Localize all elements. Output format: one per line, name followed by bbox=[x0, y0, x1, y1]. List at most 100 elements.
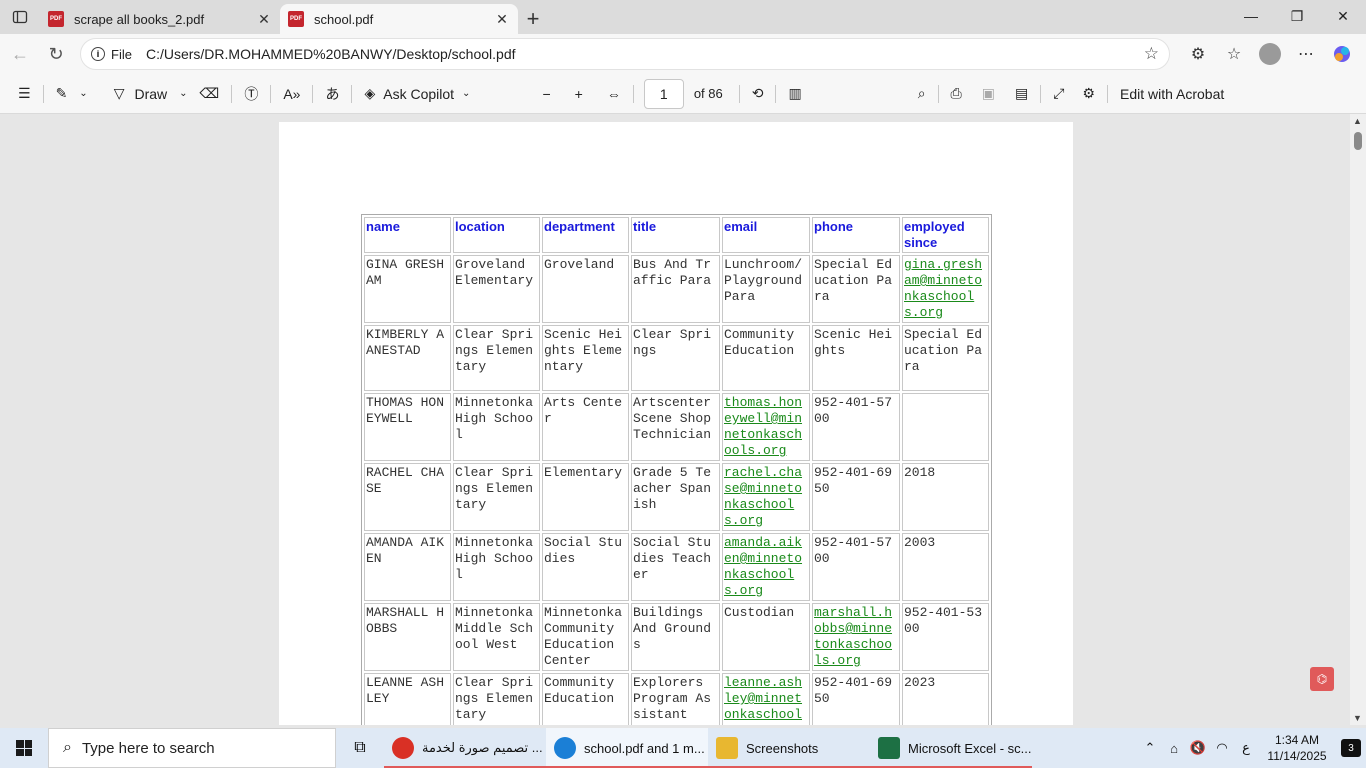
language-indicator[interactable]: ع bbox=[1234, 728, 1258, 768]
copilot-icon[interactable] bbox=[1324, 38, 1360, 70]
favorites-icon[interactable]: ☆ bbox=[1216, 38, 1252, 70]
divider bbox=[42, 84, 44, 103]
network-icon[interactable]: ⌂ bbox=[1162, 728, 1186, 768]
close-window-button[interactable]: ✕ bbox=[1320, 0, 1366, 32]
close-tab-icon[interactable]: ✕ bbox=[494, 11, 510, 27]
draw-dropdown-chevron-icon[interactable]: ⌄ bbox=[173, 78, 193, 110]
save-as-icon[interactable]: ▤ bbox=[1009, 78, 1034, 110]
taskbar-app[interactable]: تصميم صورة لخدمة ... bbox=[384, 728, 546, 768]
taskbar-app[interactable]: Screenshots bbox=[708, 728, 870, 768]
cell-email[interactable]: amanda.aiken@minnetonkaschools.org bbox=[722, 533, 810, 601]
minimize-button[interactable]: — bbox=[1228, 0, 1274, 32]
cell-phone: 952-401-6950 bbox=[812, 673, 900, 725]
fit-to-page-icon[interactable]: ⇔ bbox=[601, 78, 627, 110]
taskbar-search-input[interactable]: ⌕ Type here to search bbox=[48, 728, 336, 768]
show-hidden-icons-chevron-icon[interactable]: ⌃ bbox=[1138, 728, 1162, 768]
site-info-icon[interactable]: i bbox=[91, 47, 105, 61]
clock-date: 11/14/2025 bbox=[1267, 749, 1327, 763]
add-text-icon[interactable]: Ⓣ bbox=[238, 78, 264, 110]
profile-avatar[interactable] bbox=[1252, 38, 1288, 70]
cell-email[interactable]: rachel.chase@minnetonkaschools.org bbox=[722, 463, 810, 531]
start-button[interactable] bbox=[0, 728, 48, 768]
divider bbox=[775, 84, 777, 103]
fullscreen-icon[interactable]: ⤢ bbox=[1047, 78, 1070, 110]
draw-button[interactable]: ▽ Draw bbox=[108, 78, 173, 110]
page-number-input[interactable]: 1 bbox=[643, 78, 684, 109]
vertical-scrollbar[interactable]: ▲ ▼ bbox=[1350, 114, 1366, 725]
cell-email[interactable]: leanne.ashley@minnetonkaschools.org bbox=[722, 673, 810, 725]
highlight-dropdown-chevron-icon[interactable]: ⌄ bbox=[73, 78, 93, 110]
wifi-icon[interactable]: ◠ bbox=[1210, 728, 1234, 768]
excel-icon bbox=[878, 737, 900, 759]
restore-button[interactable]: ❐ bbox=[1274, 0, 1320, 32]
cell-department: Groveland bbox=[542, 255, 629, 323]
tab-actions-button[interactable] bbox=[0, 0, 40, 34]
cell-name: KIMBERLY AANESTAD bbox=[364, 325, 451, 391]
translate-icon[interactable]: あ bbox=[319, 78, 345, 110]
copilot-dropdown-chevron-icon: ⌄ bbox=[462, 88, 471, 99]
url-text[interactable]: C:/Users/DR.MOHAMMED%20BANWY/Desktop/sch… bbox=[146, 46, 516, 62]
eraser-icon[interactable]: ⌫ bbox=[194, 78, 226, 110]
cell-employed-since: 2003 bbox=[902, 533, 989, 601]
acrobat-icon[interactable]: ⌬ bbox=[1310, 667, 1334, 691]
copilot-small-icon: ◈ bbox=[364, 85, 376, 101]
cell-phone: 952-401-6950 bbox=[812, 463, 900, 531]
cell-name: THOMAS HONEYWELL bbox=[364, 393, 451, 461]
settings-gear-icon[interactable]: ⚙ bbox=[1076, 78, 1101, 110]
header-phone: phone bbox=[812, 217, 900, 253]
highlight-icon[interactable]: ✎ bbox=[50, 78, 74, 110]
read-aloud-icon[interactable]: A» bbox=[277, 78, 306, 110]
volume-muted-icon[interactable]: 🔇 bbox=[1186, 728, 1210, 768]
task-view-icon[interactable]: ⧉ bbox=[336, 728, 384, 768]
cell-email[interactable]: thomas.honeywell@minnetonkaschools.org bbox=[722, 393, 810, 461]
table-row: KIMBERLY AANESTAD Clear Springs Elementar… bbox=[364, 325, 989, 391]
contents-list-icon[interactable]: ☰ bbox=[12, 78, 37, 110]
zoom-out-icon[interactable]: − bbox=[536, 78, 556, 110]
print-icon[interactable]: ⎙ bbox=[945, 78, 968, 110]
cell-location: Clear Springs Elementary bbox=[453, 463, 540, 531]
search-icon[interactable]: ⌕ bbox=[912, 78, 932, 110]
table-row: GINA GRESHAM Groveland Elementary Grovelan… bbox=[364, 255, 989, 323]
extensions-icon[interactable]: ⚙ bbox=[1180, 38, 1216, 70]
scrollbar-thumb[interactable] bbox=[1354, 132, 1362, 150]
refresh-button[interactable]: ↻ bbox=[38, 38, 74, 70]
ask-copilot-button[interactable]: ◈ Ask Copilot ⌄ bbox=[358, 78, 476, 110]
new-tab-button[interactable]: + bbox=[518, 4, 548, 34]
taskbar-app[interactable]: school.pdf and 1 m... bbox=[546, 728, 708, 768]
edit-with-acrobat-button[interactable]: Edit with Acrobat bbox=[1114, 78, 1230, 110]
system-tray: ⌃ ⌂ 🔇 ◠ ع 1:34 AM 11/14/2025 3 bbox=[1138, 728, 1366, 768]
url-field[interactable]: i File C:/Users/DR.MOHAMMED%20BANWY/Desk… bbox=[80, 38, 1170, 70]
cell-location: Clear Springs Elementary bbox=[453, 673, 540, 725]
scroll-up-arrow-icon[interactable]: ▲ bbox=[1353, 116, 1362, 126]
cell-phone: 952-401-5700 bbox=[812, 533, 900, 601]
tab-school-pdf[interactable]: PDF school.pdf ✕ bbox=[280, 4, 518, 34]
cell-department: Community Education bbox=[542, 673, 629, 725]
notifications-button[interactable]: 3 bbox=[1336, 728, 1366, 768]
pdf-page: name location department title email pho… bbox=[279, 122, 1073, 725]
cell-employed-since bbox=[902, 393, 989, 461]
divider bbox=[632, 84, 634, 103]
save-icon[interactable]: ▣ bbox=[976, 78, 1001, 110]
cell-location: Minnetonka High School bbox=[453, 533, 540, 601]
rotate-icon[interactable]: ⟲ bbox=[746, 78, 770, 110]
clock[interactable]: 1:34 AM 11/14/2025 bbox=[1258, 732, 1336, 764]
page-view-icon[interactable]: ▥ bbox=[782, 78, 807, 110]
zoom-in-icon[interactable]: + bbox=[569, 78, 589, 110]
more-menu-icon[interactable]: ⋯ bbox=[1288, 38, 1324, 70]
cell-phone[interactable]: marshall.hobbs@minnetonkaschools.org bbox=[812, 603, 900, 671]
back-button[interactable]: ← bbox=[2, 38, 38, 70]
tab-scrape-all-books[interactable]: PDF scrape all books_2.pdf ✕ bbox=[40, 4, 280, 34]
table-row: LEANNE ASHLEY Clear Springs Elementary Com… bbox=[364, 673, 989, 725]
scroll-down-arrow-icon[interactable]: ▼ bbox=[1353, 713, 1362, 723]
taskbar-app-label: school.pdf and 1 m... bbox=[584, 740, 705, 756]
favorite-star-icon[interactable]: ☆ bbox=[1144, 44, 1159, 64]
close-tab-icon[interactable]: ✕ bbox=[256, 11, 272, 27]
pdf-viewer[interactable]: name location department title email pho… bbox=[0, 114, 1366, 725]
pdf-file-icon: PDF bbox=[288, 11, 304, 27]
taskbar-app[interactable]: Microsoft Excel - sc... bbox=[870, 728, 1032, 768]
taskbar-app-label: Screenshots bbox=[746, 740, 819, 756]
cell-phone: Special Education Para bbox=[812, 255, 900, 323]
cell-name: AMANDA AIKEN bbox=[364, 533, 451, 601]
cell-employed-since[interactable]: gina.gresham@minnetonkaschools.org bbox=[902, 255, 989, 323]
edge-icon bbox=[554, 737, 576, 759]
